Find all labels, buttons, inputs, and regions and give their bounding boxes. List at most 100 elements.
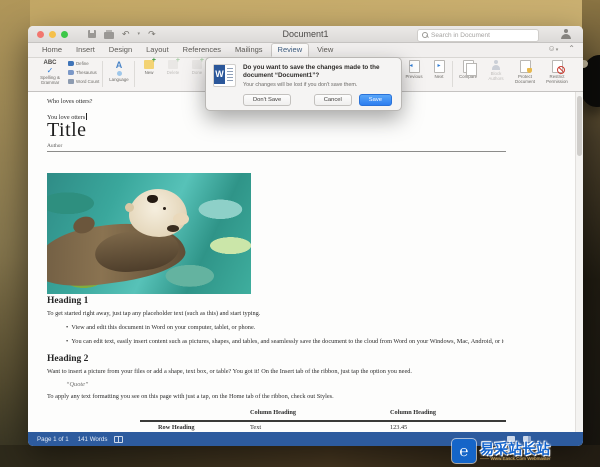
page-count[interactable]: Page 1 of 1 [37,436,69,443]
protect-document-icon [520,60,531,73]
thesaurus-button[interactable]: Thesaurus [68,70,97,75]
done-comment-icon [192,60,202,69]
dont-save-button[interactable]: Don't Save [243,94,291,106]
restrict-permission-button[interactable]: Restrict Permission [542,60,572,84]
new-comment-button[interactable]: New [138,60,160,75]
proofing-icon[interactable] [114,436,123,443]
table-column-heading: Column Heading [390,409,436,416]
collapse-ribbon-icon[interactable]: ⌃ [568,44,575,53]
share-icon[interactable] [561,29,571,39]
next-icon: ▸ [434,60,445,73]
quick-access-toolbar: ↶ ▾ ↷ [88,30,156,39]
spelling-grammar-button[interactable]: ABC ✓ Spelling & Grammar [33,60,67,85]
easck-logo-icon: ℮ [452,439,476,463]
document-canvas[interactable]: Who loves otters? You love otters Title … [28,92,583,432]
globe-icon [117,71,122,76]
easck-watermark: ℮ 易采站长站 —— Www.Easck.Com Webmaster [452,437,598,465]
language-button[interactable]: A Language [106,60,132,82]
table-cell: 123.45 [390,424,407,431]
ribbon-separator [102,61,103,87]
word-window: Document1 ↶ ▾ ↷ Search in Document Home … [28,26,583,446]
search-icon [422,32,428,38]
print-icon[interactable] [104,32,114,39]
scrollbar[interactable] [575,92,583,432]
scrollbar-thumb[interactable] [577,96,582,156]
protect-document-button[interactable]: Protect Document [511,60,539,84]
dialog-detail: Your changes will be lost if you don't s… [243,82,393,88]
block-authors-button[interactable]: Block Authors [483,60,509,81]
define-button[interactable]: Define [68,61,89,66]
table-column-heading: Column Heading [250,409,296,416]
word-count-button[interactable]: Word Count [68,79,99,84]
watermark-subtext: —— Www.Easck.Com Webmaster [480,456,551,461]
table-border [140,420,506,422]
traffic-lights [37,31,68,38]
tab-layout[interactable]: Layout [140,44,175,56]
word-count-icon [68,79,74,84]
doc-author: Author [47,143,62,149]
doc-title: Title [47,119,87,142]
tab-home[interactable]: Home [36,44,68,56]
search-placeholder: Search in Document [431,32,490,39]
cancel-button[interactable]: Cancel [314,94,352,106]
save-changes-dialog: W Do you want to save the changes made t… [205,57,402,111]
tab-review[interactable]: Review [271,43,310,57]
dialog-message: Do you want to save the changes made to … [243,64,393,80]
tab-references[interactable]: References [177,44,227,56]
compare-button[interactable]: Compare [455,60,481,79]
ribbon-separator [452,61,453,87]
tab-view[interactable]: View [311,44,339,56]
heading-1: Heading 1 [47,296,88,306]
checkmark-icon: ✓ [47,67,54,74]
doc-bullet: • You can edit text, easily insert conte… [66,338,504,345]
save-button[interactable]: Save [359,94,392,106]
heading-2: Heading 2 [47,354,88,364]
language-icon: A [116,60,123,70]
wallpaper-left-shadow [0,0,30,467]
thesaurus-book-icon [68,70,74,75]
save-icon[interactable] [88,30,96,38]
title-rule [47,151,506,152]
minimize-button[interactable] [49,31,56,38]
tab-insert[interactable]: Insert [70,44,101,56]
define-book-icon [68,61,74,66]
watermark-text: 易采站长站 [480,442,551,456]
undo-icon[interactable]: ↶ [122,30,130,39]
doc-paragraph: To get started right away, just tap any … [47,310,260,317]
doc-paragraph: To apply any text formatting you see on … [47,393,334,400]
restrict-permission-icon [552,60,563,73]
doc-bullet: • View and edit this document in Word on… [66,324,255,331]
word-app-icon: W [213,64,236,87]
tab-design[interactable]: Design [103,44,138,56]
delete-comment-icon [168,60,178,69]
otter-photo[interactable] [47,173,251,294]
previous-icon: ◂ [409,60,420,73]
undo-dropdown-icon[interactable]: ▾ [138,31,141,37]
otter-ear [125,203,134,212]
otter-chin [167,225,179,232]
word-count[interactable]: 141 Words [78,436,108,443]
feedback-smiley-icon[interactable]: ☺▾ [548,44,559,53]
block-authors-icon [492,60,500,70]
otter-muzzle [173,213,189,225]
doc-text-line: Who loves otters? [47,98,92,105]
zoom-button[interactable] [61,31,68,38]
titlebar: Document1 ↶ ▾ ↷ Search in Document [28,26,583,43]
next-change-button[interactable]: ▸ Next [427,60,451,79]
otter-nose [147,195,158,203]
redo-icon[interactable]: ↷ [148,30,156,39]
table-cell: Text [250,424,261,431]
tab-mailings[interactable]: Mailings [229,44,269,56]
delete-comment-button[interactable]: Delete [162,60,184,75]
document-lines-icon [227,68,233,81]
otter-eye [163,207,166,210]
table-row-heading: Row Heading [158,424,195,431]
previous-change-button[interactable]: ◂ Previous [402,60,426,79]
tabrow-right-controls: ☺▾ ⌃ [548,44,575,53]
search-input[interactable]: Search in Document [417,29,539,42]
close-button[interactable] [37,31,44,38]
ribbon-tab-row: Home Insert Design Layout References Mai… [28,43,583,58]
ribbon-separator [134,61,135,87]
new-comment-icon [144,60,154,69]
compare-icon [463,60,474,73]
